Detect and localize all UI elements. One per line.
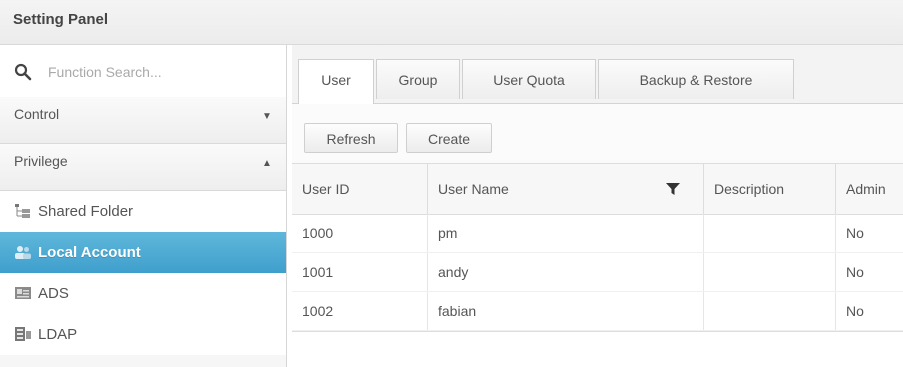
chevron-down-icon: ▼	[262, 111, 272, 122]
cell-description	[704, 292, 836, 330]
user-table: User ID User Name Description Admin 1000…	[292, 163, 903, 367]
sidebar-item-ldap[interactable]: LDAP	[0, 314, 286, 355]
table-row[interactable]: 1000 pm No	[292, 214, 903, 253]
cell-user-id: 1002	[292, 292, 428, 330]
column-header-user-name[interactable]: User Name	[428, 164, 704, 214]
tab-user[interactable]: User	[298, 59, 374, 104]
filter-icon[interactable]	[666, 182, 680, 196]
sidebar-item-ads[interactable]: ADS	[0, 273, 286, 314]
sidebar-item-shared-folder[interactable]: Shared Folder	[0, 191, 286, 232]
sidebar-item-local-account[interactable]: Local Account	[0, 232, 286, 273]
cell-user-id: 1001	[292, 253, 428, 291]
search-icon	[14, 63, 32, 81]
cell-user-name: fabian	[428, 292, 704, 330]
panel-title: Setting Panel	[13, 11, 109, 28]
cell-description	[704, 253, 836, 291]
create-button[interactable]: Create	[406, 123, 492, 153]
main-content: User Group User Quota Backup & Restore R…	[292, 45, 903, 367]
tab-bar: User Group User Quota Backup & Restore	[292, 45, 903, 104]
cell-admin: No	[846, 264, 864, 280]
chevron-up-icon: ▲	[262, 158, 272, 169]
ads-card-icon	[15, 287, 31, 299]
column-header-label: User Name	[438, 181, 509, 197]
tab-group[interactable]: Group	[376, 59, 460, 99]
section-label: Control	[14, 106, 60, 122]
folder-tree-icon	[15, 204, 30, 218]
cell-user-name: andy	[428, 253, 704, 291]
section-label: Privilege	[14, 153, 68, 169]
users-icon	[15, 246, 31, 259]
tab-user-quota[interactable]: User Quota	[462, 59, 596, 99]
cell-user-id: 1000	[292, 214, 428, 252]
sidebar-item-label: Shared Folder	[38, 203, 134, 220]
cell-user-name: pm	[428, 214, 704, 252]
column-header-description[interactable]: Description	[704, 164, 836, 214]
tab-backup-restore[interactable]: Backup & Restore	[598, 59, 794, 99]
function-search-input[interactable]	[46, 59, 270, 85]
column-header-admin[interactable]: Admin	[836, 164, 903, 214]
cell-description	[704, 214, 836, 252]
table-row[interactable]: 1001 andy No	[292, 253, 903, 292]
sidebar-section-control[interactable]: Control ▼	[0, 97, 286, 144]
sidebar-item-label: Local Account	[38, 244, 141, 261]
table-row[interactable]: 1002 fabian No	[292, 292, 903, 331]
table-header: User ID User Name Description Admin	[292, 163, 903, 215]
title-bar: Setting Panel	[0, 0, 903, 45]
sidebar-item-label: ADS	[38, 285, 69, 302]
sidebar-section-privilege[interactable]: Privilege ▲	[0, 144, 286, 191]
ldap-server-icon	[15, 327, 31, 341]
function-search	[0, 45, 286, 98]
column-header-user-id[interactable]: User ID	[292, 164, 428, 214]
sidebar-item-label: LDAP	[38, 326, 78, 343]
refresh-button[interactable]: Refresh	[304, 123, 398, 153]
cell-admin: No	[846, 225, 864, 241]
sidebar: Control ▼ Privilege ▲ Shared Folder Loca…	[0, 45, 287, 367]
cell-admin: No	[846, 303, 864, 319]
table-bottom-border	[292, 331, 903, 332]
